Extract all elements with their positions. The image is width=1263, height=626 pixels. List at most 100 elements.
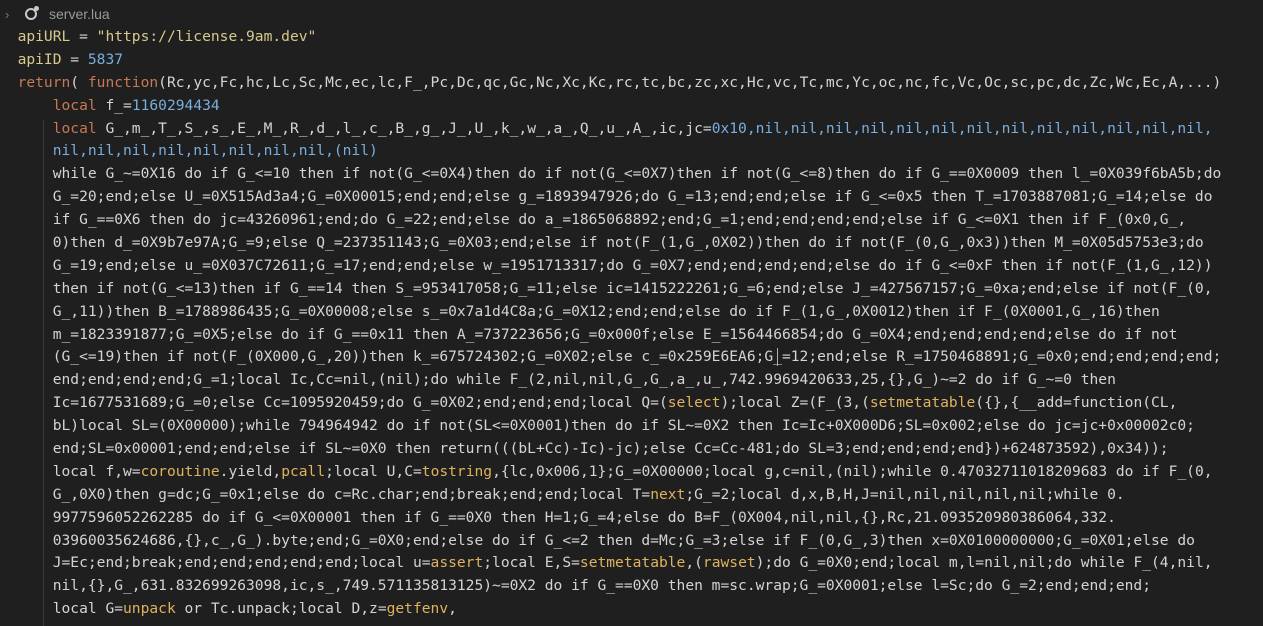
code-token: (G_<=19)then if not(F_(0X000,G_,20))then…: [17, 348, 1222, 366]
code-line[interactable]: J=Ec;end;break;end;end;end;end;end;local…: [0, 552, 1263, 575]
code-line[interactable]: while G_~=0X16 do if G_<=10 then if not(…: [0, 163, 1263, 186]
line-padding: [0, 51, 18, 68]
code-token: end;SL=0x00001;end;end;else if SL~=0X0 t…: [17, 440, 1169, 458]
code-token: J=Ec;end;break;end;end;end;end;end;local…: [17, 554, 431, 572]
code-line[interactable]: Ic=1677531689;G_=0;else Cc=1095920459;do…: [0, 392, 1263, 415]
code-line[interactable]: apiID = 5837: [0, 49, 1263, 72]
line-padding: [0, 165, 18, 182]
code-token: unpack: [123, 600, 176, 618]
chevron-right-icon[interactable]: ›: [5, 7, 15, 22]
editor-tab[interactable]: › server.lua: [0, 0, 1263, 28]
line-padding: [0, 74, 18, 91]
code-line[interactable]: G_,11))then B_=1788986435;G_=0X00008;els…: [0, 301, 1263, 324]
line-padding: [0, 211, 18, 228]
line-padding: [0, 326, 18, 343]
line-padding: [0, 417, 18, 434]
line-padding: [0, 577, 18, 594]
code-token: G_,0X0)then g=dc;G_=0x1;else do c=Rc.cha…: [17, 485, 651, 503]
code-line[interactable]: nil,nil,nil,nil,nil,nil,nil,nil,(nil): [0, 140, 1263, 163]
code-line[interactable]: apiURL = "https://license.9am.dev": [0, 26, 1263, 49]
line-padding: [0, 348, 18, 365]
code-token: setmetatable: [579, 554, 686, 572]
code-token: "https://license.9am.dev": [96, 28, 317, 45]
line-padding: [0, 303, 18, 320]
code-token: .yield,: [219, 462, 282, 480]
code-line[interactable]: bL)local SL=(0X00000);while 794964942 do…: [0, 415, 1263, 438]
code-token: ;G_=2;local d,x,B,H,J=nil,nil,nil,nil,ni…: [685, 485, 1125, 503]
lua-file-icon: [25, 6, 39, 20]
code-line[interactable]: end;end;end;end;G_=1;local Ic,Cc=nil,(ni…: [0, 369, 1263, 392]
code-token: );local Z=(F_(3,(: [720, 394, 870, 412]
code-token: end;end;end;end;G_=1;local Ic,Cc=nil,(ni…: [17, 371, 1116, 389]
code-token: f_=: [105, 96, 132, 114]
code-line[interactable]: 0)then d_=0X9b7e97A;G_=9;else Q_=2373511…: [0, 232, 1263, 255]
code-token: local: [17, 96, 106, 114]
code-line[interactable]: m_=1823391877;G_=0X5;else do if G_==0x11…: [0, 324, 1263, 347]
code-token: return: [17, 73, 71, 91]
code-token: );do G_=0X0;end;local m,l=nil,nil;do whi…: [755, 554, 1213, 572]
code-token: rawset: [702, 554, 756, 572]
code-line[interactable]: G_=20;end;else U_=0X515Ad3a4;G_=0X00015;…: [0, 186, 1263, 209]
code-line[interactable]: G_,0X0)then g=dc;G_=0x1;else do c=Rc.cha…: [0, 484, 1263, 507]
code-token: nil,{},G_,631.832699263098,ic,s_,749.571…: [17, 577, 1151, 595]
code-token: getfenv: [386, 600, 449, 618]
code-token: 9977596052262285 do if G_<=0X00001 then …: [17, 508, 1116, 526]
code-token: ,: [448, 600, 457, 618]
code-line[interactable]: local G=unpack or Tc.unpack;local D,z=ge…: [0, 598, 1263, 621]
code-token: or Tc.unpack;local D,z=: [175, 600, 387, 618]
code-line[interactable]: 03960035624686,{},c_,G_).byte;end;G_=0X0…: [0, 530, 1263, 553]
code-line[interactable]: local f,w=coroutine.yield,pcall;local U,…: [0, 461, 1263, 484]
code-token: local f,w=: [17, 462, 141, 480]
code-token: ,(: [685, 554, 703, 572]
code-token: if G_==0X6 then do jc=43260961;end;do G_…: [17, 211, 1187, 229]
code-token: then if not(G_<=13)then if G_==14 then S…: [17, 279, 1213, 297]
line-padding: [0, 97, 18, 114]
code-token: ,{lc,0x006,1};G_=0X00000;local g,c=nil,(…: [492, 462, 1213, 480]
code-token: apiURL: [17, 28, 71, 45]
code-token: 1160294434: [131, 96, 220, 114]
code-token: nil,nil,nil,nil,nil,nil,nil,nil,(nil): [17, 142, 378, 160]
code-line[interactable]: G_=19;end;else u_=0X037C72611;G_=17;end;…: [0, 255, 1263, 278]
line-padding: [0, 371, 18, 388]
code-line[interactable]: if G_==0X6 then do jc=43260961;end;do G_…: [0, 209, 1263, 232]
tab-filename: server.lua: [49, 6, 110, 22]
line-padding: [0, 486, 18, 503]
line-padding: [0, 257, 18, 274]
code-token: G_=19;end;else u_=0X037C72611;G_=17;end;…: [17, 256, 1213, 274]
code-line[interactable]: end;SL=0x00001;end;end;else if SL~=0X0 t…: [0, 438, 1263, 461]
code-token: select: [667, 394, 721, 412]
code-line[interactable]: nil,{},G_,631.832699263098,ic,s_,749.571…: [0, 575, 1263, 598]
code-token: (: [70, 73, 88, 91]
code-token: ;local U,C=: [325, 462, 422, 480]
code-token: 0)then d_=0X9b7e97A;G_=9;else Q_=2373511…: [17, 234, 1204, 252]
code-editor[interactable]: apiURL = "https://license.9am.dev" apiID…: [0, 26, 1263, 621]
line-padding: [0, 532, 18, 549]
code-token: 0x10,nil,nil,nil,nil,nil,nil,nil,nil,nil…: [711, 119, 1213, 137]
code-token: =: [61, 50, 88, 68]
line-padding: [0, 188, 18, 205]
code-token: apiID: [17, 50, 62, 68]
line-padding: [0, 600, 18, 617]
code-line[interactable]: local G_,m_,T_,S_,s_,E_,M_,R_,d_,l_,c_,B…: [0, 118, 1263, 141]
code-token: bL)local SL=(0X00000);while 794964942 do…: [17, 417, 1195, 435]
code-token: ;local E,S=: [483, 554, 580, 572]
code-token: tostring: [421, 462, 493, 480]
line-padding: [0, 554, 18, 571]
line-padding: [0, 440, 18, 457]
code-token: local G=: [17, 600, 124, 618]
code-token: ({},{__add=function(CL,: [975, 394, 1178, 412]
code-token: Ic=1677531689;G_=0;else Cc=1095920459;do…: [17, 394, 668, 412]
code-line[interactable]: return( function(Rc,yc,Fc,hc,Lc,Sc,Mc,ec…: [0, 72, 1263, 95]
code-token: setmetatable: [869, 394, 976, 412]
code-line[interactable]: (G_<=19)then if not(F_(0X000,G_,20))then…: [0, 346, 1263, 369]
line-padding: [0, 394, 18, 411]
code-token: coroutine: [140, 462, 220, 480]
code-token: function: [87, 73, 159, 91]
code-line[interactable]: 9977596052262285 do if G_<=0X00001 then …: [0, 507, 1263, 530]
code-token: G_,m_,T_,S_,s_,E_,M_,R_,d_,l_,c_,B_,g_,J…: [105, 119, 712, 137]
code-line[interactable]: local f_=1160294434: [0, 95, 1263, 118]
code-token: (Rc,yc,Fc,hc,Lc,Sc,Mc,ec,lc,F_,Pc,Dc,qc,…: [158, 73, 1222, 91]
code-line[interactable]: then if not(G_<=13)then if G_==14 then S…: [0, 278, 1263, 301]
code-token: =: [70, 28, 97, 45]
code-token: 5837: [87, 50, 124, 68]
